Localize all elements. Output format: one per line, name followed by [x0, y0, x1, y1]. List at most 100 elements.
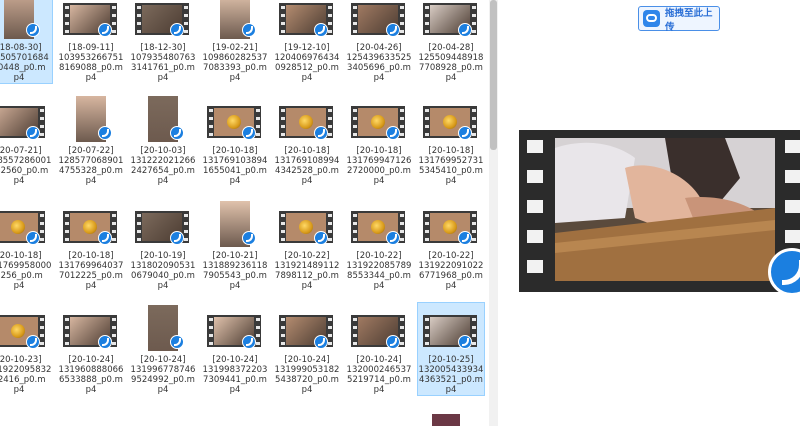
refresh-icon [242, 231, 256, 245]
file-tile[interactable]: [20-10-21] 131889236118 7905543_p0.m p4 [202, 199, 268, 291]
video-thumbnail [63, 209, 117, 245]
file-name-line: 125439633525 [346, 53, 412, 63]
scrollbar-thumb[interactable] [490, 0, 497, 150]
file-name-line: 942560_p0.m [0, 166, 49, 176]
video-thumbnail [423, 209, 477, 245]
refresh-icon [26, 231, 40, 245]
file-name-line: p4 [229, 385, 241, 395]
file-name-line: p4 [445, 385, 457, 395]
refresh-icon [170, 23, 184, 37]
file-name-line: 5219714_p0.m [347, 375, 411, 385]
file-name-line: [20-10-18] [0, 251, 42, 261]
file-tile[interactable]: [20-10-18] 131769108994 4342528_p0.m p4 [274, 94, 340, 186]
file-name: [18-09-11] 103953266751 8169088_p0.m p4 [58, 43, 124, 83]
file-tile[interactable]: [19-12-10] 120406976434 0928512_p0.m p4 [274, 0, 340, 83]
file-tile[interactable]: [20-10-24] 131996778746 9524992_p0.m p4 [130, 303, 196, 395]
file-tile[interactable]: [20-10-18] 131769103894 1655041_p0.m p4 [202, 94, 268, 186]
file-name-line: 9524992_p0.m [131, 375, 195, 385]
video-thumbnail [63, 1, 117, 37]
file-tile[interactable]: [20-07-22] 128577068901 4755328_p0.m p4 [58, 94, 124, 186]
file-name: [20-10-22] 131922091022 6771968_p0.m p4 [418, 251, 484, 291]
file-tile[interactable]: [18-09-11] 103953266751 8169088_p0.m p4 [58, 0, 124, 83]
file-name-line: p4 [157, 73, 169, 83]
file-name-line: 132000246537 [346, 365, 412, 375]
file-name-line: [20-10-24] [356, 355, 402, 365]
file-name: [20-07-22] 128577068901 4755328_p0.m p4 [58, 146, 124, 186]
file-name-line: 131999053182 [274, 365, 340, 375]
preview-image [555, 138, 775, 281]
file-tile[interactable]: [20-10-18] 131769952731 5345410_p0.m p4 [418, 94, 484, 186]
file-tile[interactable]: [20-10-23]13192209583272416_p0.mp4 [0, 303, 52, 395]
refresh-icon [458, 335, 472, 349]
file-name-line: [19-12-10] [284, 43, 330, 53]
file-name: [18-12-30] 107935480763 3141761_p0.m p4 [130, 43, 196, 83]
upload-button[interactable]: 拖拽至此上传 [638, 6, 720, 33]
refresh-icon [314, 23, 328, 37]
file-tile[interactable]: [20-10-22] 131922085789 8553344_p0.m p4 [346, 199, 412, 291]
refresh-icon [98, 23, 112, 37]
file-tile[interactable]: [20-10-22] 131922091022 6771968_p0.m p4 [418, 199, 484, 291]
scrollbar[interactable] [489, 0, 498, 426]
file-name: [20-10-24] 132000246537 5219714_p0.m p4 [346, 355, 412, 395]
video-thumbnail [207, 0, 261, 39]
file-name-line: 131769952731 [418, 156, 484, 166]
video-thumbnail [135, 1, 189, 37]
file-tile[interactable]: [20-04-28] 125509448918 7708928_p0.m p4 [418, 0, 484, 83]
file-name-line: 2427654_p0.m [131, 166, 195, 176]
file-name: [20-10-19] 131802090531 0679040_p0.m p4 [130, 251, 196, 291]
file-tile[interactable]: [20-10-19] 131802090531 0679040_p0.m p4 [130, 199, 196, 291]
file-name-line: [20-10-24] [140, 355, 186, 365]
file-name: [20-04-26] 125439633525 3405696_p0.m p4 [346, 43, 412, 83]
file-name-line: [20-10-18] [284, 146, 330, 156]
refresh-icon [386, 231, 400, 245]
partial-thumbnail[interactable] [432, 414, 460, 426]
file-tile[interactable]: [19-02-21] 109860282537 7083393_p0.m p4 [202, 0, 268, 83]
file-name-line: [20-10-24] [212, 355, 258, 365]
file-tile[interactable]: [20-10-24] 131960888066 6533888_p0.m p4 [58, 303, 124, 395]
file-tile[interactable]: [20-10-03] 131222021266 2427654_p0.m p4 [130, 94, 196, 186]
video-thumbnail [135, 96, 189, 142]
file-name: [20-10-18] 131769947126 2720000_p0.m p4 [346, 146, 412, 186]
file-name-line: 4363521_p0.m [419, 375, 483, 385]
file-name-line: p4 [157, 281, 169, 291]
file-tile[interactable]: [18-12-30] 107935480763 3141761_p0.m p4 [130, 0, 196, 83]
file-name-line: 7012225_p0.m [59, 271, 123, 281]
file-name-line: 3405696_p0.m [347, 63, 411, 73]
file-tile[interactable]: [20-07-21]128557286001942560_p0.mp4 [0, 94, 52, 186]
film-hole [527, 170, 543, 183]
film-hole [785, 140, 800, 153]
file-name-line: 1655041_p0.m [203, 166, 267, 176]
file-name-line: 131960888066 [58, 365, 124, 375]
file-name-line: p4 [13, 73, 25, 83]
file-tile[interactable]: [20-10-22] 131921489112 7898112_p0.m p4 [274, 199, 340, 291]
file-name: [20-04-28] 125509448918 7708928_p0.m p4 [418, 43, 484, 83]
file-name-line: 131922095832 [0, 365, 52, 375]
file-tile[interactable]: [20-10-24] 132000246537 5219714_p0.m p4 [346, 303, 412, 395]
file-tile[interactable]: [20-04-26] 125439633525 3405696_p0.m p4 [346, 0, 412, 83]
preview-video-thumbnail[interactable] [519, 130, 800, 292]
file-name-line: p4 [157, 176, 169, 186]
refresh-icon [170, 231, 184, 245]
file-name: [20-10-22] 131922085789 8553344_p0.m p4 [346, 251, 412, 291]
file-name-line: p4 [445, 281, 457, 291]
video-thumbnail [423, 104, 477, 140]
file-tile[interactable]: [20-10-24] 131998372203 7309441_p0.m p4 [202, 303, 268, 395]
file-tile[interactable]: [18-08-30]1350570168460448_p0.mp4 [0, 0, 53, 84]
file-name-line: 60448_p0.m [0, 63, 46, 73]
file-tile[interactable]: [20-10-18] 131769964037 7012225_p0.m p4 [58, 199, 124, 291]
file-name-line: 6533888_p0.m [59, 375, 123, 385]
file-name: [20-10-03] 131222021266 2427654_p0.m p4 [130, 146, 196, 186]
file-tile[interactable]: [20-10-18] 131769947126 2720000_p0.m p4 [346, 94, 412, 186]
file-name-line: p4 [13, 281, 25, 291]
refresh-icon [242, 23, 256, 37]
file-tile[interactable]: [20-10-24] 131999053182 5438720_p0.m p4 [274, 303, 340, 395]
file-name: [20-10-18] 131769964037 7012225_p0.m p4 [58, 251, 124, 291]
video-thumbnail [0, 104, 45, 140]
refresh-icon [26, 23, 40, 37]
video-thumbnail [351, 104, 405, 140]
refresh-icon [242, 335, 256, 349]
file-name-line: 131222021266 [130, 156, 196, 166]
file-tile[interactable]: [20-10-25] 132005433934 4363521_p0.m p4 [417, 302, 485, 396]
film-hole [527, 230, 543, 243]
file-tile[interactable]: [20-10-18]1317699580009256_p0.mp4 [0, 199, 52, 291]
